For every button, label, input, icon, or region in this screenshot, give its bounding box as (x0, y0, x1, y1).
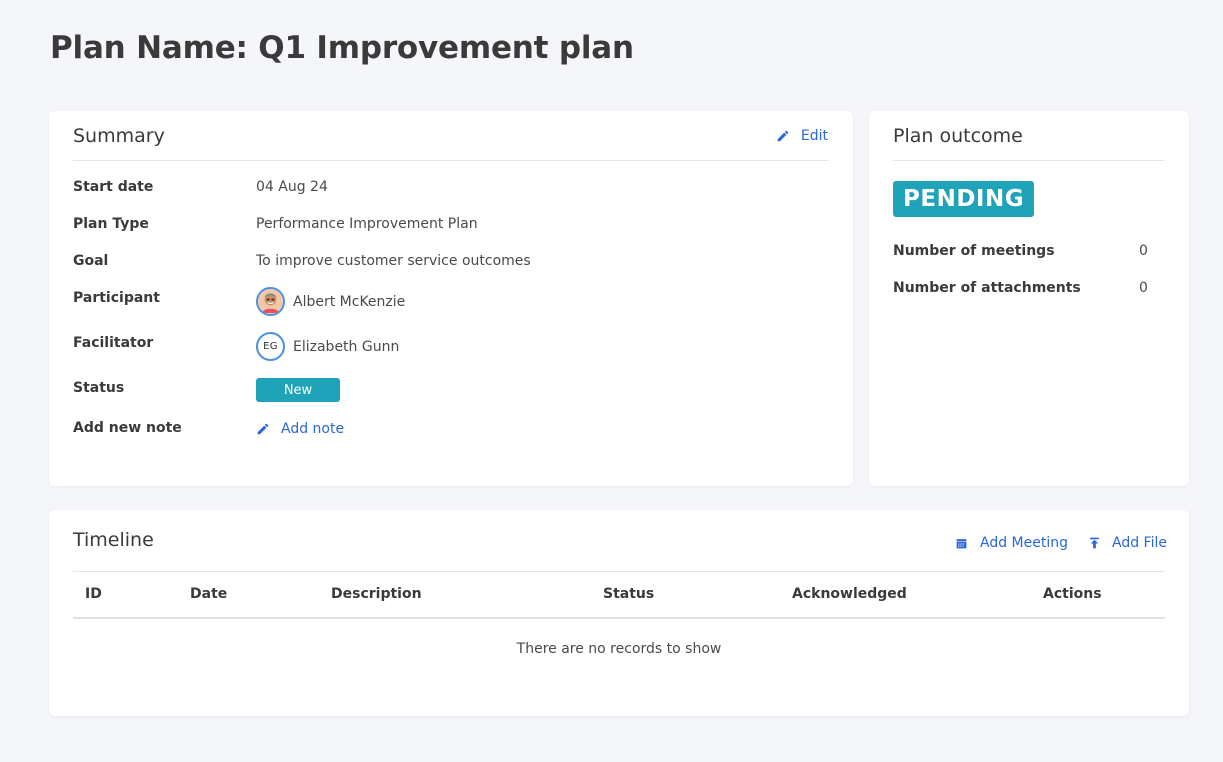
plan-type-value: Performance Improvement Plan (256, 216, 478, 232)
summary-card: Summary Edit Start date 04 Aug 24 Plan T… (49, 111, 853, 486)
summary-divider (73, 160, 829, 161)
add-meeting-label: Add Meeting (980, 535, 1068, 551)
person-avatar-icon (258, 289, 283, 314)
timeline-card: Timeline Add Meeting Add File ID Date De… (49, 510, 1189, 716)
add-note-text: Add note (281, 421, 345, 437)
column-id[interactable]: ID (85, 586, 102, 602)
add-meeting-button[interactable]: Add Meeting (955, 535, 1068, 551)
attachments-count-value: 0 (1139, 280, 1148, 296)
attachments-count-label: Number of attachments (893, 280, 1081, 296)
empty-state-message: There are no records to show (516, 641, 722, 657)
plan-outcome-title: Plan outcome (893, 125, 1023, 147)
participant[interactable]: Albert McKenzie (256, 287, 405, 316)
summary-title: Summary (73, 125, 165, 147)
facilitator-name: Elizabeth Gunn (293, 338, 400, 355)
timeline-divider (73, 571, 1165, 572)
table-header-divider (73, 617, 1165, 619)
participant-label: Participant (73, 290, 160, 306)
status-label: Status (73, 380, 125, 396)
meetings-count-label: Number of meetings (893, 243, 1055, 259)
participant-avatar (256, 287, 285, 316)
participant-name: Albert McKenzie (293, 293, 406, 310)
add-file-label: Add File (1112, 535, 1167, 551)
upload-icon (1090, 537, 1099, 549)
pencil-icon (777, 130, 789, 142)
page-title: Plan Name: Q1 Improvement plan (50, 30, 634, 66)
facilitator[interactable]: EG Elizabeth Gunn (256, 332, 399, 361)
column-description[interactable]: Description (331, 586, 422, 602)
column-status[interactable]: Status (603, 586, 654, 602)
start-date-value: 04 Aug 24 (256, 179, 328, 195)
meetings-count-value: 0 (1139, 243, 1148, 259)
plan-outcome-card: Plan outcome PENDING Number of meetings … (869, 111, 1189, 486)
goal-label: Goal (73, 253, 109, 269)
start-date-label: Start date (73, 179, 154, 195)
outcome-status-badge: PENDING (893, 181, 1035, 217)
goal-value: To improve customer service outcomes (256, 253, 531, 269)
add-file-button[interactable]: Add File (1088, 535, 1167, 551)
plan-outcome-divider (893, 160, 1165, 161)
add-note-label: Add new note (73, 420, 182, 436)
timeline-title: Timeline (73, 529, 154, 551)
edit-label: Edit (800, 128, 828, 144)
facilitator-avatar: EG (256, 332, 285, 361)
column-acknowledged[interactable]: Acknowledged (792, 586, 907, 602)
add-note-button[interactable]: Add note (256, 421, 344, 437)
column-date[interactable]: Date (190, 586, 227, 602)
edit-button[interactable]: Edit (776, 128, 828, 144)
pencil-icon (257, 423, 269, 435)
plan-type-label: Plan Type (73, 216, 149, 232)
facilitator-label: Facilitator (73, 335, 154, 351)
status-badge: New (256, 378, 340, 402)
column-actions[interactable]: Actions (1043, 586, 1102, 602)
calendar-icon (956, 538, 967, 548)
